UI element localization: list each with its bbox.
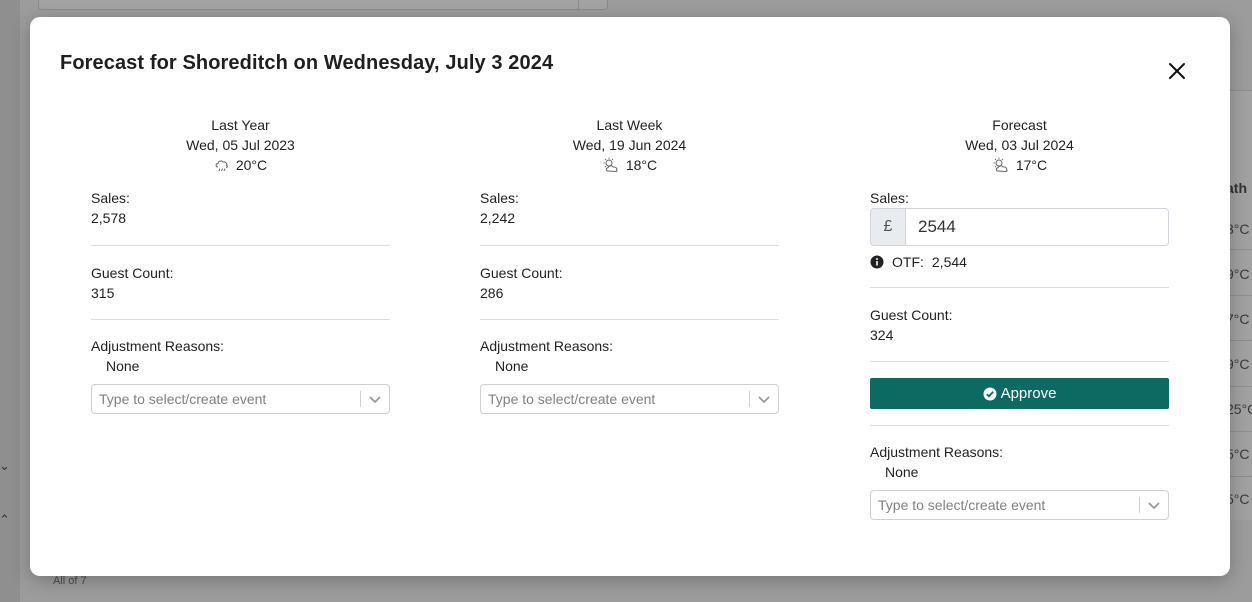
guest-count-value: 286	[480, 285, 504, 301]
partly-cloudy-icon	[603, 157, 618, 173]
adjustment-reasons-label: Adjustment Reasons:	[480, 338, 614, 354]
guest-count-label: Guest Count:	[480, 265, 563, 281]
chevron-down-icon[interactable]	[750, 392, 778, 406]
check-circle-icon	[983, 387, 997, 400]
column-heading: Last Year	[211, 117, 270, 133]
weather-row: 18°C	[480, 155, 779, 175]
chevron-down-icon[interactable]	[1140, 498, 1168, 512]
background-row-line	[1230, 295, 1252, 296]
adjustment-reasons-value: None	[885, 464, 919, 480]
sales-input-group: £	[870, 208, 1169, 246]
weather-row: 17°C	[870, 155, 1169, 175]
event-select-placeholder: Type to select/create event	[488, 391, 656, 407]
sales-input[interactable]	[905, 208, 1169, 246]
otf-value: 2,544	[931, 254, 967, 270]
approve-label: Approve	[1000, 385, 1057, 402]
guest-count-value: 315	[91, 285, 115, 301]
sales-label: Sales:	[870, 190, 909, 206]
guest-count-label: Guest Count:	[870, 307, 953, 323]
background-row-line	[1230, 476, 1252, 477]
chevron-up-icon: ⌃	[0, 512, 10, 527]
adjustment-reasons-label: Adjustment Reasons:	[91, 338, 225, 354]
rain-cloud-icon	[215, 160, 228, 172]
column-heading: Forecast	[992, 117, 1047, 133]
background-footer-count: All of 7	[53, 575, 87, 587]
background-row-line	[1230, 386, 1252, 387]
guest-count-label: Guest Count:	[91, 265, 174, 281]
background-row-line	[1230, 340, 1252, 341]
currency-addon: £	[870, 208, 905, 246]
background-toolbar	[38, 0, 608, 10]
last-year-column: Last Year Wed, 05 Jul 2023 20°C Sales: 2…	[91, 115, 390, 414]
last-week-column: Last Week Wed, 19 Jun 2024 18°C Sales: 2…	[480, 115, 779, 414]
temperature: 17°C	[1015, 157, 1048, 173]
background-row-line	[1230, 249, 1252, 250]
chevron-down-icon: ⌄	[0, 458, 10, 473]
background-row-line	[1230, 431, 1252, 432]
adjustment-reasons-value: None	[495, 358, 529, 374]
adjustment-reasons-label: Adjustment Reasons:	[870, 444, 1004, 460]
modal-title: Forecast for Shoreditch on Wednesday, Ju…	[60, 52, 554, 74]
adjustment-reasons-value: None	[106, 358, 140, 374]
otf-row: OTF: 2,544	[870, 254, 1169, 270]
temperature: 20°C	[235, 157, 268, 173]
event-select[interactable]: Type to select/create event	[91, 384, 390, 414]
sales-label: Sales:	[91, 190, 130, 206]
forecast-column: Forecast Wed, 03 Jul 2024 17°C Sales: £ …	[870, 115, 1169, 520]
event-select[interactable]: Type to select/create event	[480, 384, 779, 414]
column-heading: Last Week	[596, 117, 663, 133]
sales-label: Sales:	[480, 190, 519, 206]
sales-value: 2,242	[480, 210, 516, 226]
background-toolbar-divider	[578, 0, 579, 10]
close-icon	[1169, 63, 1185, 79]
column-date: Wed, 05 Jul 2023	[186, 137, 295, 153]
close-button[interactable]	[1165, 59, 1189, 83]
otf-label: OTF:	[892, 254, 924, 270]
chevron-down-icon[interactable]	[361, 392, 389, 406]
event-select-placeholder: Type to select/create event	[878, 497, 1046, 513]
event-select-placeholder: Type to select/create event	[99, 391, 267, 407]
guest-count-value: 324	[870, 327, 894, 343]
sales-value: 2,578	[91, 210, 127, 226]
column-date: Wed, 19 Jun 2024	[572, 137, 687, 153]
temperature: 18°C	[625, 157, 658, 173]
column-date: Wed, 03 Jul 2024	[965, 137, 1074, 153]
approve-button[interactable]: Approve	[870, 378, 1169, 409]
info-icon	[870, 255, 884, 269]
forecast-modal: Forecast for Shoreditch on Wednesday, Ju…	[30, 17, 1230, 576]
event-select[interactable]: Type to select/create event	[870, 490, 1169, 520]
partly-cloudy-icon	[993, 157, 1008, 173]
weather-row: 20°C	[91, 155, 390, 175]
